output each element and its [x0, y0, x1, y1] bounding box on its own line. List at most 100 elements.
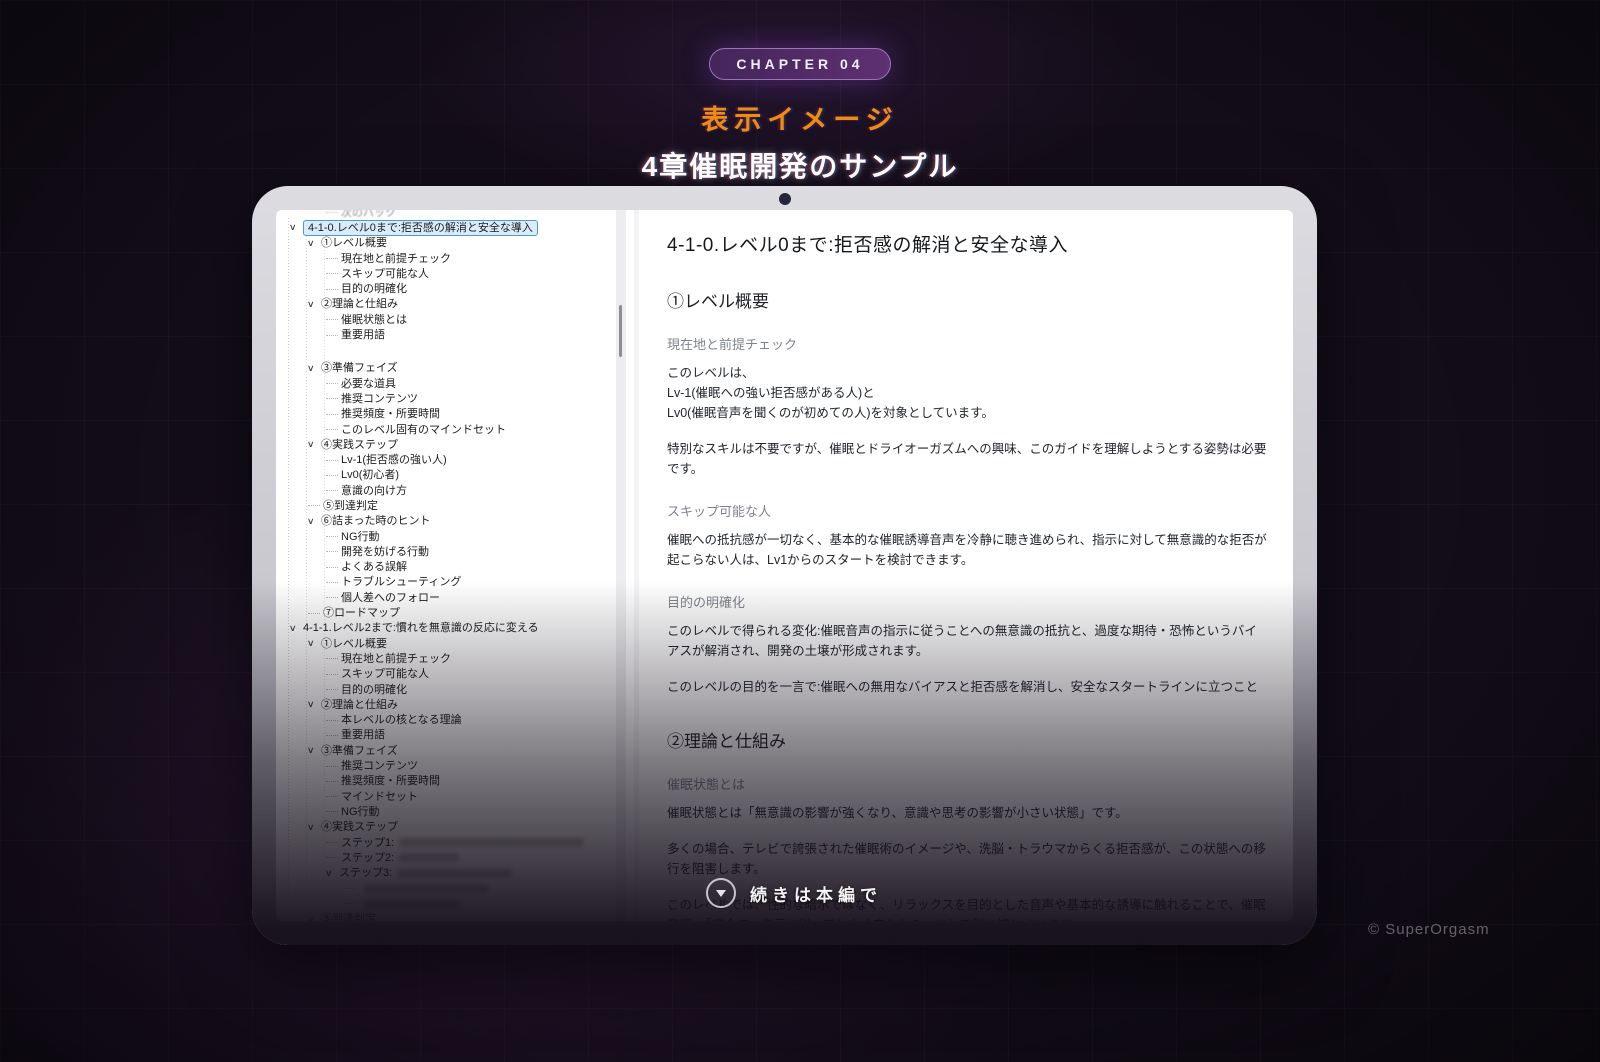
tree-item[interactable]: 必要な道具	[284, 376, 616, 391]
tree-item-label: トラブルシューティング	[341, 575, 461, 589]
tree-connector	[326, 273, 338, 274]
tree-item-label: このレベル固有のマインドセット	[341, 423, 506, 437]
tree-item[interactable]: Lv0(初心者)	[284, 468, 616, 483]
chevron-down-icon[interactable]: ∨	[307, 517, 323, 526]
tree-item[interactable]: 個人差へのフォロー	[284, 590, 616, 605]
chevron-down-icon[interactable]: ∨	[307, 700, 323, 709]
tree-item[interactable]: 開発を妨げる行動	[284, 544, 616, 559]
tree-item[interactable]: ∨③準備フェイズ	[284, 361, 616, 376]
tree-item-label: Lv0(初心者)	[341, 468, 399, 482]
chevron-down-icon[interactable]: ∨	[307, 746, 323, 755]
tree-item[interactable]: 推奨頻度・所要時間	[284, 774, 616, 789]
chevron-down-icon[interactable]: ∨	[307, 639, 323, 648]
tree-connector	[326, 319, 338, 320]
tree-item[interactable]	[284, 896, 616, 911]
tree-item-label: 目的の明確化	[341, 683, 407, 697]
redacted-text	[364, 884, 489, 893]
tree-item[interactable]: 推奨コンテンツ	[284, 758, 616, 773]
tree-item[interactable]: 意識の向け方	[284, 483, 616, 498]
tree-connector	[326, 658, 338, 659]
app-screen: 次のパック∨4-1-0.レベル0まで:拒否感の解消と安全な導入∨①レベル概要現在…	[276, 210, 1293, 921]
tree-connector	[326, 475, 338, 476]
chevron-down-icon[interactable]: ∨	[325, 869, 341, 878]
tree-item[interactable]: ∨②理論と仕組み	[284, 297, 616, 312]
tree-item[interactable]: ⑤到達判定	[284, 498, 616, 513]
doc-heading: 目的の明確化	[667, 592, 1267, 611]
tree-item[interactable]: ∨③準備フェイズ	[284, 743, 616, 758]
tree-connector	[308, 613, 320, 614]
tree-item[interactable]: Lv-1(拒否感の強い人)	[284, 452, 616, 467]
tree-item[interactable]: 催眠状態とは	[284, 312, 616, 327]
hero-header: CHAPTER 04 表示イメージ 4章催眠開発のサンプル	[0, 0, 1600, 185]
tree-scrollbar-thumb[interactable]	[619, 305, 622, 357]
tree-item[interactable]: ∨①レベル概要	[284, 636, 616, 651]
tree-connector	[326, 289, 338, 290]
tree-item[interactable]: トラブルシューティング	[284, 575, 616, 590]
chevron-down-icon[interactable]: ∨	[289, 624, 305, 633]
tree-item[interactable]: よくある誤解	[284, 560, 616, 575]
chevron-down-icon[interactable]: ∨	[307, 239, 323, 248]
tree-item[interactable]: 推奨コンテンツ	[284, 391, 616, 406]
tree-item[interactable]: ∨ステップ3:	[284, 865, 616, 880]
tree-item-label: 現在地と前提チェック	[341, 252, 451, 266]
tree-item[interactable]: ∨⑤到達判定	[284, 911, 616, 921]
tree-item[interactable]: 現在地と前提チェック	[284, 251, 616, 266]
tree-item[interactable]: 目的の明確化	[284, 682, 616, 697]
tree-item[interactable]: ∨④実践ステップ	[284, 820, 616, 835]
circle-down-arrow-icon[interactable]	[706, 878, 736, 908]
tree-item-label: ステップ2:	[341, 851, 394, 865]
tree-item[interactable]: 推奨頻度・所要時間	[284, 407, 616, 422]
document-panel[interactable]: 4-1-0.レベル0まで:拒否感の解消と安全な導入①レベル概要現在地と前提チェッ…	[639, 210, 1293, 921]
tree-item[interactable]: 次のパック	[284, 210, 616, 220]
chevron-down-icon[interactable]: ∨	[307, 823, 323, 832]
doc-heading: 4-1-0.レベル0まで:拒否感の解消と安全な導入	[667, 230, 1267, 257]
tree-item[interactable]: ∨④実践ステップ	[284, 437, 616, 452]
tree-item-label: 推奨頻度・所要時間	[341, 774, 440, 788]
chevron-down-icon[interactable]: ∨	[307, 440, 323, 449]
tree-item[interactable]: ∨①レベル概要	[284, 236, 616, 251]
tree-item[interactable]: NG行動	[284, 529, 616, 544]
tree-item[interactable]: スキップ可能な人	[284, 667, 616, 682]
tree-item[interactable]: ∨4-1-0.レベル0まで:拒否感の解消と安全な導入	[284, 220, 616, 235]
tree-item[interactable]: このレベル固有のマインドセット	[284, 422, 616, 437]
tree-item[interactable]: ステップ2:	[284, 850, 616, 865]
redacted-text	[364, 899, 459, 908]
tree-item[interactable]: 重要用語	[284, 327, 616, 342]
doc-paragraph: このレベルの目的を一言で:催眠への無用なバイアスと拒否感を解消し、安全なスタート…	[667, 677, 1267, 697]
tree-item[interactable]: 現在地と前提チェック	[284, 651, 616, 666]
chevron-down-icon[interactable]: ∨	[307, 300, 323, 309]
tree-item[interactable]: ∨4-1-1.レベル2まで:慣れを無意識の反応に変える	[284, 621, 616, 636]
tree-item[interactable]: 重要用語	[284, 728, 616, 743]
tree-item[interactable]: マインドセット	[284, 789, 616, 804]
chevron-down-icon[interactable]: ∨	[289, 223, 305, 232]
tree-item-label: 開発を妨げる行動	[341, 545, 429, 559]
tree-item[interactable]: 目的の明確化	[284, 281, 616, 296]
doc-heading: 催眠状態とは	[667, 774, 1267, 793]
tree-connector	[344, 888, 356, 889]
tree-item-label: ③準備フェイズ	[321, 361, 398, 375]
continue-label: 続きは本編で	[750, 881, 882, 906]
doc-paragraph: 多くの場合、テレビで誇張された催眠術のイメージや、洗脳・トラウマからくる拒否感が…	[667, 839, 1267, 879]
tree-connector	[326, 766, 338, 767]
tree-item[interactable]: スキップ可能な人	[284, 266, 616, 281]
tree-item[interactable]: ∨⑥詰まった時のヒント	[284, 514, 616, 529]
tree-item[interactable]: ⑦ロードマップ	[284, 605, 616, 620]
tablet-mockup: 次のパック∨4-1-0.レベル0まで:拒否感の解消と安全な導入∨①レベル概要現在…	[252, 186, 1317, 945]
chevron-down-icon[interactable]: ∨	[307, 364, 323, 373]
tree-item-label: ⑥詰まった時のヒント	[321, 514, 431, 528]
tree-item[interactable]	[284, 881, 616, 896]
tree-item[interactable]: ステップ1:	[284, 835, 616, 850]
tree-item-label: NG行動	[341, 530, 380, 544]
chevron-down-icon[interactable]: ∨	[307, 915, 323, 922]
tree-scrollbar[interactable]	[616, 210, 626, 921]
tree-item[interactable]: NG行動	[284, 804, 616, 819]
outline-tree-panel[interactable]: 次のパック∨4-1-0.レベル0まで:拒否感の解消と安全な導入∨①レベル概要現在…	[276, 210, 616, 921]
tree-connector	[326, 490, 338, 491]
tree-connector	[308, 505, 320, 506]
watermark: © SuperOrgasm	[1368, 921, 1490, 938]
tree-connector	[326, 551, 338, 552]
tree-item-label: ②理論と仕組み	[321, 297, 398, 311]
tree-item[interactable]: 本レベルの核となる理論	[284, 713, 616, 728]
tree-item-label: 推奨コンテンツ	[341, 392, 418, 406]
tree-item[interactable]: ∨②理論と仕組み	[284, 697, 616, 712]
